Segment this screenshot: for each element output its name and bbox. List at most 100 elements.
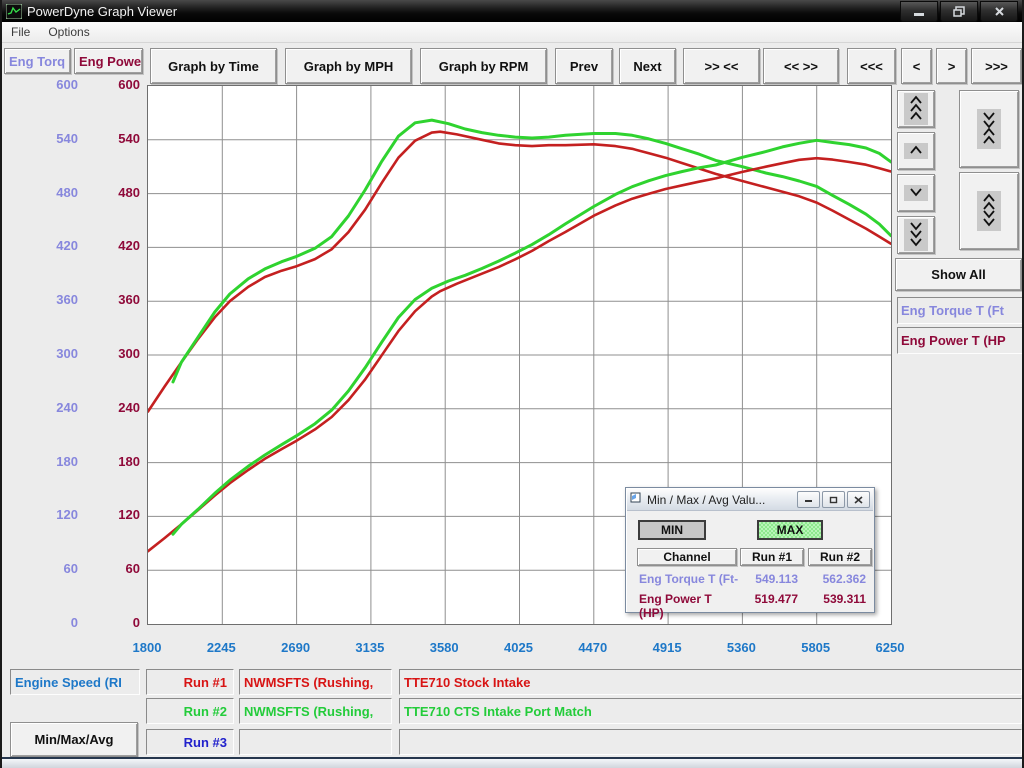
x-axis-tick: 5360 (709, 640, 773, 656)
minmax-row-power-run2: 539.311 (808, 592, 872, 606)
y-axis-tick-power: 300 (84, 346, 140, 362)
window-bottom-edge (2, 757, 1022, 768)
x-channel-box: Engine Speed (RI (10, 669, 140, 695)
y-axis-tick-torque: 600 (6, 77, 78, 93)
pan-right-button[interactable]: > (936, 48, 967, 84)
run1-label: Run #1 (146, 669, 234, 695)
column-header-channel[interactable]: Channel (637, 548, 737, 566)
minimize-button[interactable] (900, 1, 938, 22)
minmax-window-icon (630, 492, 643, 507)
series-3 (173, 140, 891, 534)
restore-button[interactable] (940, 1, 978, 22)
y-axis-tick-power: 480 (84, 185, 140, 201)
minmax-row-torque-channel: Eng Torque T (Ft- (639, 572, 739, 586)
run3-description-box (399, 729, 1022, 755)
graph-by-rpm-button[interactable]: Graph by RPM (420, 48, 547, 84)
minmax-window-title: Min / Max / Avg Valu... (647, 493, 795, 507)
minmax-row-power-channel: Eng Power T (HP) (639, 592, 739, 620)
x-axis-tick: 2245 (189, 640, 253, 656)
x-axis-tick: 4025 (487, 640, 551, 656)
menu-file[interactable]: File (2, 23, 39, 41)
chevron-down-icon (904, 185, 928, 201)
powerdyne-window: PowerDyne Graph Viewer File Options Eng … (0, 0, 1024, 768)
pan-left-button[interactable]: < (901, 48, 932, 84)
run1-description-box: TTE710 Stock Intake (399, 669, 1022, 695)
scroll-down-button[interactable] (897, 174, 935, 212)
y-axis-tick-torque: 60 (6, 561, 78, 577)
minmax-restore-button[interactable] (822, 491, 845, 508)
y-axis-tick-torque: 240 (6, 400, 78, 416)
chevron-up-icon (904, 143, 928, 159)
scroll-bottom-button[interactable] (897, 216, 935, 254)
app-icon (6, 4, 22, 19)
minmax-row-torque-run2: 562.362 (808, 572, 872, 586)
window-title: PowerDyne Graph Viewer (27, 4, 177, 19)
y-axis-tick-power: 360 (84, 292, 140, 308)
zoom-in-button[interactable]: >> << (683, 48, 760, 84)
title-bar: PowerDyne Graph Viewer (2, 0, 1022, 22)
y-axis-tick-torque: 480 (6, 185, 78, 201)
menu-options[interactable]: Options (39, 23, 98, 41)
x-axis-tick: 4470 (561, 640, 625, 656)
min-toggle-button[interactable]: MIN (638, 520, 706, 540)
max-toggle-button[interactable]: MAX (757, 520, 823, 540)
chevrons-expand-icon (977, 191, 1001, 231)
chevrons-collapse-icon (977, 109, 1001, 149)
y-axis-tick-power: 0 (84, 615, 140, 631)
graph-by-time-button[interactable]: Graph by Time (150, 48, 277, 84)
y-axis-tick-power: 420 (84, 238, 140, 254)
zoom-out-button[interactable]: << >> (763, 48, 839, 84)
run1-file-box: NWMSFTS (Rushing, (239, 669, 392, 695)
menu-bar: File Options (2, 22, 1022, 43)
show-all-button[interactable]: Show All (895, 258, 1022, 291)
tab-eng-power[interactable]: Eng Powe (74, 48, 143, 74)
y-axis-tick-torque: 120 (6, 507, 78, 523)
y-axis-tick-power: 60 (84, 561, 140, 577)
tab-eng-torque[interactable]: Eng Torq (4, 48, 71, 74)
x-axis-tick: 4915 (635, 640, 699, 656)
column-header-run1[interactable]: Run #1 (740, 548, 804, 566)
legend-eng-torque: Eng Torque T (Ft (897, 297, 1024, 324)
chevrons-down-3-icon (904, 219, 928, 251)
minmax-row-torque-run1: 549.113 (740, 572, 804, 586)
scroll-up-button[interactable] (897, 132, 935, 170)
run3-label: Run #3 (146, 729, 234, 755)
collapse-scale-button[interactable] (959, 90, 1019, 168)
minmax-minimize-button[interactable] (797, 491, 820, 508)
graph-by-mph-button[interactable]: Graph by MPH (285, 48, 412, 84)
next-button[interactable]: Next (619, 48, 676, 84)
y-axis-tick-torque: 420 (6, 238, 78, 254)
y-axis-tick-torque: 540 (6, 131, 78, 147)
run3-file-box (239, 729, 392, 755)
close-button[interactable] (980, 1, 1018, 22)
x-axis-tick: 1800 (115, 640, 179, 656)
legend-eng-power: Eng Power T (HP (897, 327, 1024, 354)
minmax-row-power-run1: 519.477 (740, 592, 804, 606)
expand-scale-button[interactable] (959, 172, 1019, 250)
y-axis-tick-torque: 0 (6, 615, 78, 631)
y-axis-tick-torque: 180 (6, 454, 78, 470)
prev-button[interactable]: Prev (555, 48, 613, 84)
y-axis-tick-power: 600 (84, 77, 140, 93)
y-axis-tick-power: 240 (84, 400, 140, 416)
pan-far-right-button[interactable]: >>> (971, 48, 1022, 84)
y-axis-tick-power: 120 (84, 507, 140, 523)
minmax-close-button[interactable] (847, 491, 870, 508)
y-axis-tick-torque: 300 (6, 346, 78, 362)
minmax-title-bar[interactable]: Min / Max / Avg Valu... (627, 489, 873, 511)
x-axis-tick: 5805 (784, 640, 848, 656)
y-axis-tick-power: 180 (84, 454, 140, 470)
run2-file-box: NWMSFTS (Rushing, (239, 698, 392, 724)
chevrons-up-3-icon (904, 93, 928, 125)
minmax-window: Min / Max / Avg Valu... MIN MAX Channel … (625, 487, 875, 613)
x-axis-tick: 2690 (264, 640, 328, 656)
pan-far-left-button[interactable]: <<< (847, 48, 896, 84)
run2-label: Run #2 (146, 698, 234, 724)
run2-description-box: TTE710 CTS Intake Port Match (399, 698, 1022, 724)
x-axis-tick: 6250 (858, 640, 922, 656)
min-max-avg-button[interactable]: Min/Max/Avg (10, 722, 138, 757)
y-axis-tick-torque: 360 (6, 292, 78, 308)
column-header-run2[interactable]: Run #2 (808, 548, 872, 566)
y-axis-tick-power: 540 (84, 131, 140, 147)
scroll-top-button[interactable] (897, 90, 935, 128)
